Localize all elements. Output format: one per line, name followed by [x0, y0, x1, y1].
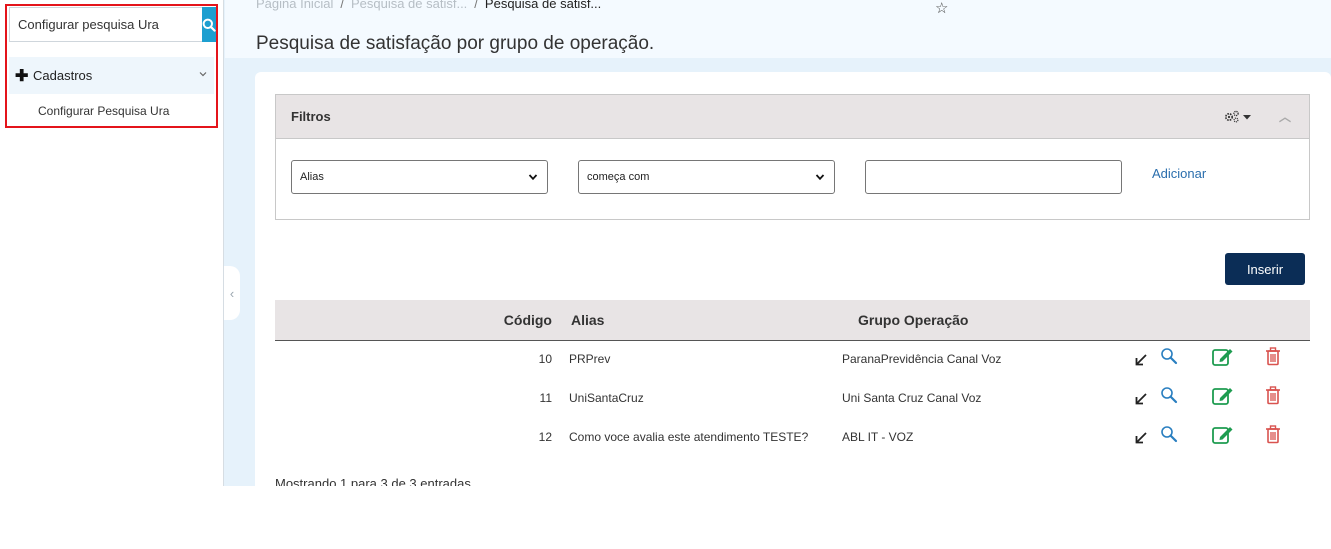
filter-settings-dropdown[interactable]	[1224, 110, 1251, 123]
table-row: 11 UniSantaCruz Uni Santa Cruz Canal Voz	[275, 380, 1310, 419]
breadcrumb-home[interactable]: Página Inicial	[256, 0, 333, 11]
results-table: Código Alias Grupo Operação 10 PRPrev Pa…	[275, 300, 1310, 458]
filter-field-select[interactable]: Alias	[291, 160, 548, 194]
delete-trash-icon[interactable]	[1265, 347, 1281, 366]
pagination-info: Mostrando 1 para 3 de 3 entradas	[275, 476, 471, 486]
delete-trash-icon[interactable]	[1265, 425, 1281, 444]
cell-alias: PRPrev	[569, 352, 611, 366]
cell-code: 12	[538, 430, 552, 444]
sidebar-highlight-box	[5, 4, 218, 128]
filter-field-value: Alias	[300, 171, 324, 183]
breadcrumb: Página Inicial / Pesquisa de satisf... / Pes…	[256, 0, 601, 11]
filter-operator-select[interactable]: começa com	[578, 160, 835, 194]
insert-button[interactable]: Inserir	[1225, 253, 1305, 285]
favorite-star-icon[interactable]: ☆	[935, 0, 948, 17]
table-header: Código Alias Grupo Operação	[275, 300, 1310, 341]
view-search-icon[interactable]	[1160, 386, 1178, 404]
breadcrumb-separator: /	[474, 0, 478, 11]
page-title: Pesquisa de satisfação por grupo de oper…	[256, 33, 655, 54]
column-header-group[interactable]: Grupo Operação	[858, 312, 968, 328]
edit-icon[interactable]	[1212, 347, 1234, 367]
filters-header: Filtros ︿	[276, 95, 1309, 139]
delete-trash-icon[interactable]	[1265, 386, 1281, 405]
cell-group: ABL IT - VOZ	[842, 430, 914, 444]
filters-title: Filtros	[291, 109, 331, 124]
filter-operator-value: começa com	[587, 171, 650, 183]
breadcrumb-current: Pesquisa de satisf...	[484, 0, 602, 11]
cell-code: 10	[538, 352, 552, 366]
gears-icon	[1224, 110, 1239, 123]
column-header-code[interactable]: Código	[504, 312, 552, 328]
cell-alias: Como voce avalia este atendimento TESTE?	[569, 430, 809, 444]
expand-arrow-icon[interactable]	[1134, 353, 1148, 367]
chevron-up-icon[interactable]: ︿	[1279, 108, 1291, 125]
column-header-alias[interactable]: Alias	[571, 312, 604, 328]
breadcrumb-separator: /	[340, 0, 344, 11]
edit-icon[interactable]	[1212, 386, 1234, 406]
filter-value-input[interactable]	[865, 160, 1122, 194]
page-header: Página Inicial / Pesquisa de satisf... / Pes…	[225, 0, 1331, 58]
cell-group: Uni Santa Cruz Canal Voz	[842, 391, 982, 405]
main-card: Filtros ︿ Alias começa com Adicionar Ins…	[255, 72, 1331, 486]
table-row: 10 PRPrev ParanaPrevidência Canal Voz	[275, 341, 1310, 380]
caret-down-icon	[1243, 114, 1251, 119]
cell-alias: UniSantaCruz	[569, 391, 644, 405]
chevron-down-icon	[815, 174, 825, 181]
sidebar: ✚ Cadastros Configurar Pesquisa Ura	[0, 0, 224, 486]
filters-panel: Filtros ︿ Alias começa com Adicionar	[275, 94, 1310, 220]
cell-group: ParanaPrevidência Canal Voz	[842, 352, 1002, 366]
view-search-icon[interactable]	[1160, 347, 1178, 365]
cell-code: 11	[539, 391, 552, 405]
expand-arrow-icon[interactable]	[1134, 392, 1148, 406]
add-filter-link[interactable]: Adicionar	[1152, 166, 1206, 181]
view-search-icon[interactable]	[1160, 425, 1178, 443]
app: ✚ Cadastros Configurar Pesquisa Ura ‹ Pá…	[0, 0, 1331, 486]
table-row: 12 Como voce avalia este atendimento TES…	[275, 419, 1310, 458]
expand-arrow-icon[interactable]	[1134, 431, 1148, 445]
sidebar-collapse-toggle[interactable]: ‹	[224, 266, 240, 320]
edit-icon[interactable]	[1212, 425, 1234, 445]
breadcrumb-parent[interactable]: Pesquisa de satisf...	[351, 0, 467, 11]
chevron-down-icon	[528, 174, 538, 181]
chevron-left-icon: ‹	[229, 285, 235, 301]
